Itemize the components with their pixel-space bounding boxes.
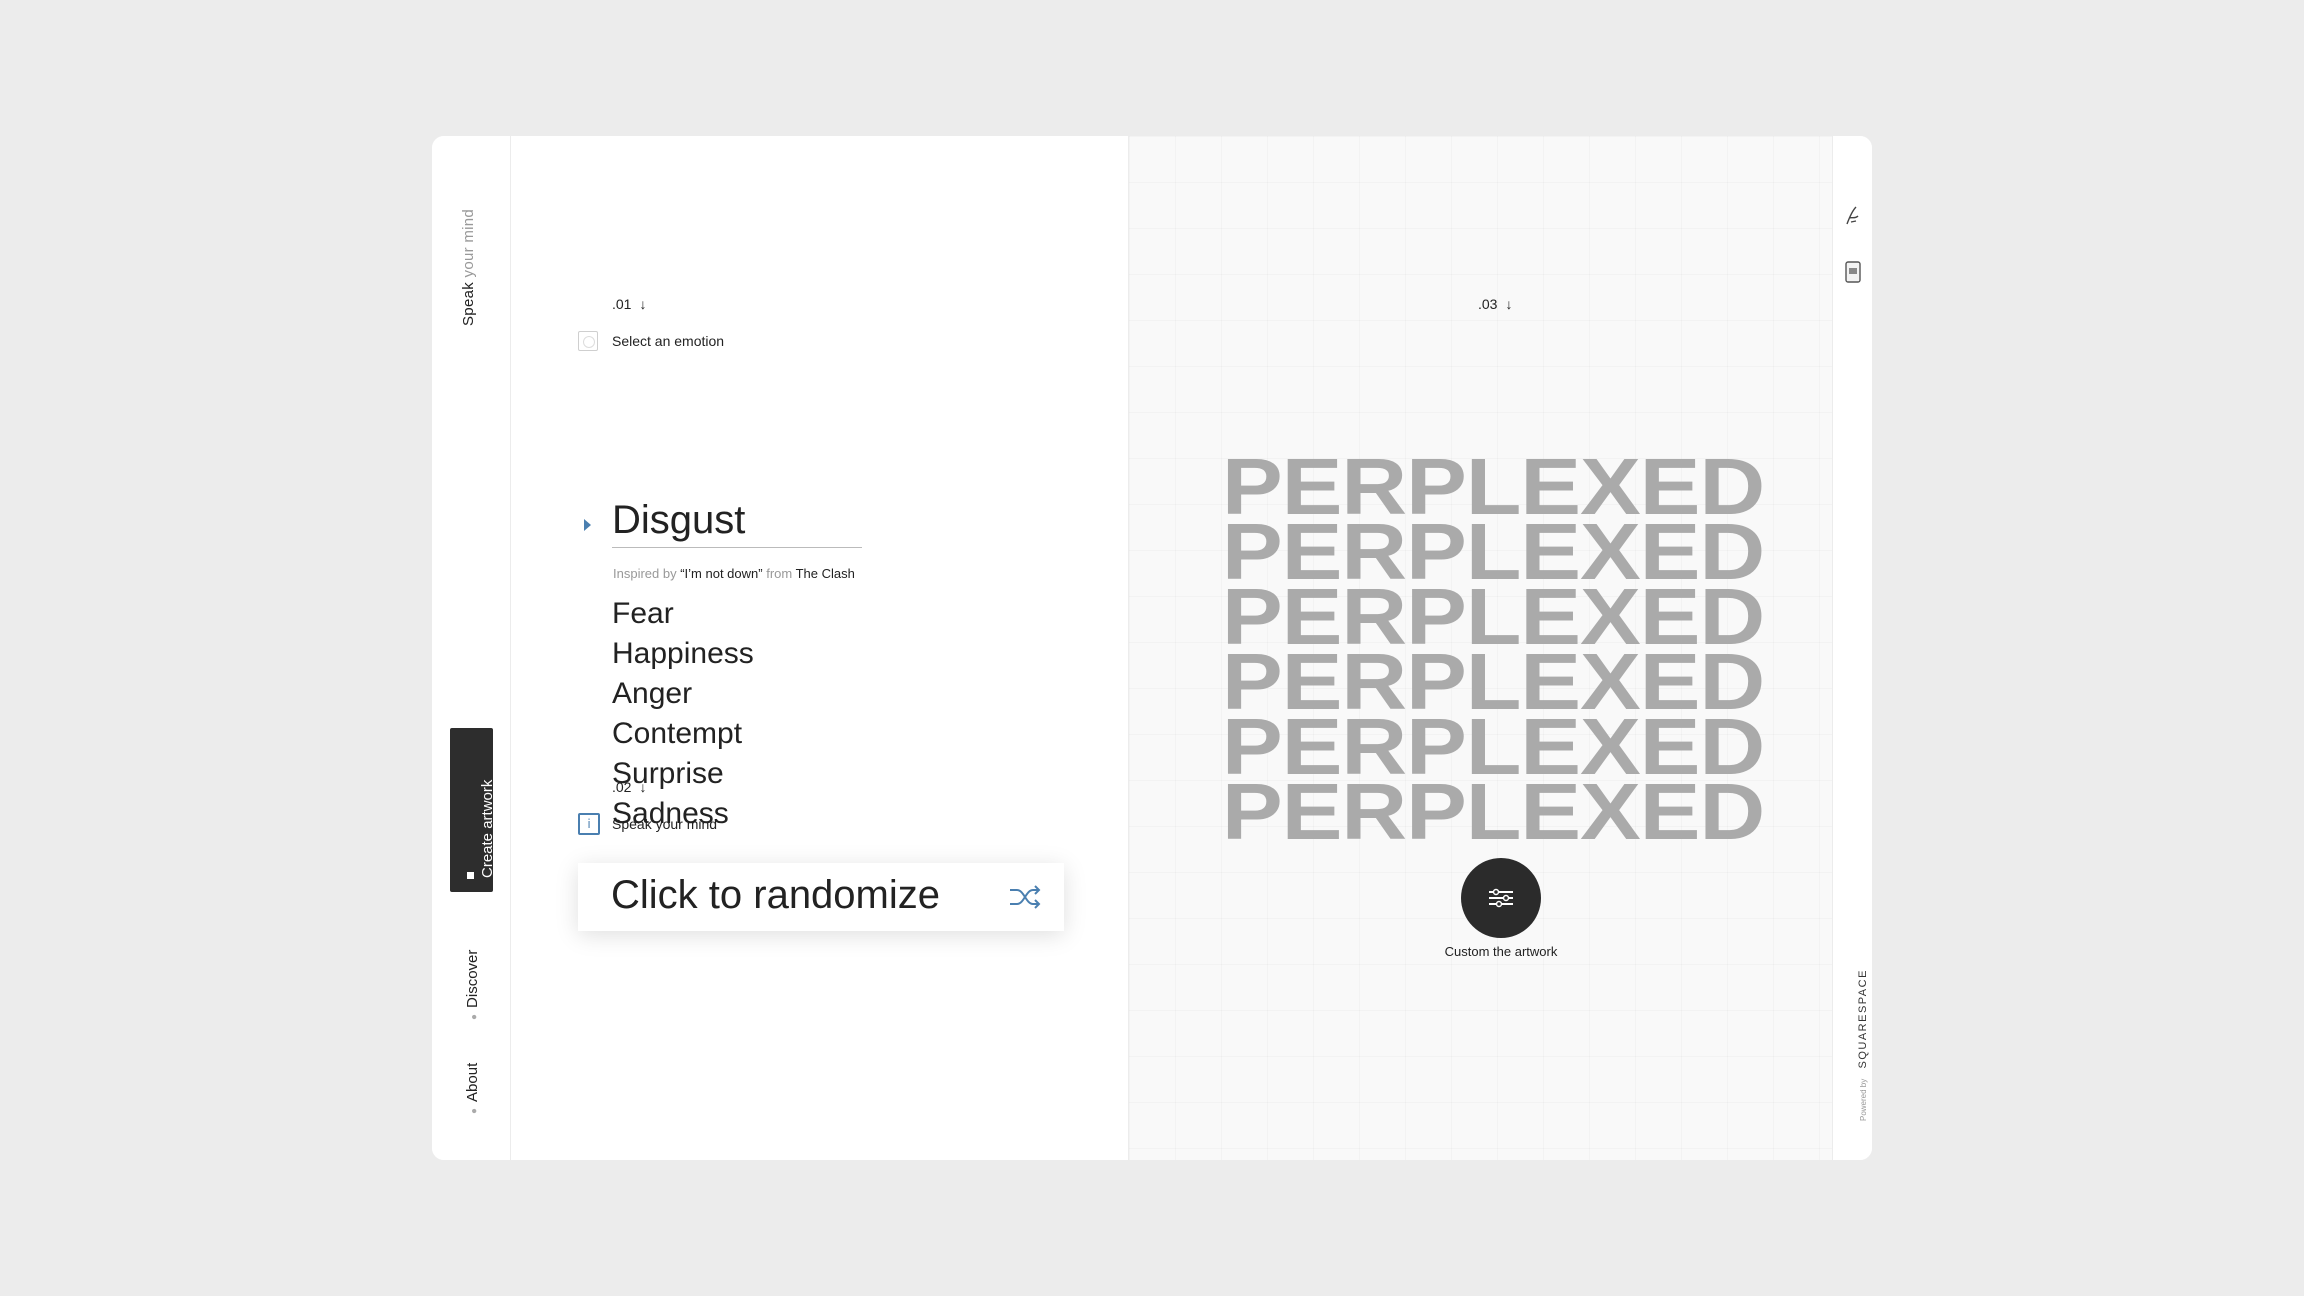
bullet-icon: ●	[469, 1013, 480, 1020]
nav-discover[interactable]: ● Discover	[464, 950, 481, 1020]
create-artwork-button[interactable]: Create artwork	[450, 728, 496, 892]
arrow-down-icon: ↓	[639, 296, 647, 312]
app-frame: Speak your mind Create artwork ● Discover…	[432, 136, 1872, 1160]
step-number: .02	[612, 779, 632, 795]
powered-by[interactable]: Powered by SQUARESPACE	[1857, 969, 1869, 1121]
emotion-checkbox[interactable]	[578, 331, 598, 351]
inspired-caption: Inspired by “I’m not down” from The Clas…	[613, 566, 855, 581]
step-03-indicator: .03 ↓	[1478, 296, 1512, 312]
step-number: .01	[612, 296, 632, 312]
step-02-indicator: .02 ↓	[612, 779, 646, 795]
create-artwork-label: Create artwork	[479, 779, 496, 878]
sliders-icon	[1489, 888, 1513, 908]
bullet-icon: ●	[469, 1107, 480, 1114]
from-word: from	[766, 566, 793, 581]
emotion-option[interactable]: Contempt	[612, 714, 754, 754]
custom-artwork-label: Custom the artwork	[1444, 944, 1558, 959]
randomize-label: Click to randomize	[611, 873, 941, 917]
app-title-bold: Speak	[460, 281, 477, 326]
arrow-down-icon: ↓	[1505, 296, 1513, 312]
squarespace-logo: SQUARESPACE	[1857, 969, 1869, 1069]
emotion-option[interactable]: Fear	[612, 594, 754, 634]
speak-your-mind-label: Speak your mind	[612, 816, 718, 832]
randomize-button[interactable]: Click to randomize	[578, 863, 1064, 931]
nav-about-label: About	[464, 1062, 481, 1102]
emotion-panel: .01 ↓ Select an emotion Disgust Inspired …	[511, 136, 1129, 1160]
inspired-prefix: Inspired by	[613, 566, 677, 581]
selected-emotion[interactable]: Disgust	[612, 498, 862, 548]
signature-logo-icon[interactable]	[1844, 204, 1862, 228]
step-01-indicator: .01 ↓	[612, 296, 646, 312]
emotion-option[interactable]: Anger	[612, 674, 754, 714]
nav-about[interactable]: ● About	[464, 1063, 481, 1114]
step-number: .03	[1478, 296, 1498, 312]
custom-artwork-button[interactable]	[1461, 858, 1541, 938]
app-title-light: your mind	[460, 208, 477, 278]
select-emotion-label: Select an emotion	[612, 333, 725, 349]
app-title: Speak your mind	[460, 209, 477, 326]
square-icon	[467, 872, 474, 879]
info-icon[interactable]: i	[578, 813, 600, 835]
artwork-panel: .03 ↓ PERPLEXED PERPLEXED PERPLEXED PERPL…	[1129, 136, 1832, 1160]
shuffle-icon	[1010, 885, 1041, 909]
powered-by-label: Powered by	[1859, 1078, 1868, 1121]
nav-discover-label: Discover	[464, 949, 481, 1008]
selected-marker-icon	[584, 519, 591, 531]
artwork-preview: PERPLEXED PERPLEXED PERPLEXED PERPLEXED …	[1222, 447, 1765, 852]
card-icon[interactable]	[1844, 260, 1862, 284]
left-rail: Speak your mind Create artwork ● Discover…	[432, 136, 511, 1160]
arrow-down-icon: ↓	[639, 779, 647, 795]
song-title: “I’m not down”	[680, 566, 763, 581]
artwork-word: PERPLEXED	[1221, 767, 1765, 856]
artist-name: The Clash	[795, 566, 855, 581]
right-rail: Powered by SQUARESPACE	[1832, 136, 1872, 1160]
emotion-list: Fear Happiness Anger Contempt Surprise S…	[612, 594, 754, 834]
circle-icon	[583, 336, 595, 348]
emotion-option[interactable]: Happiness	[612, 634, 754, 674]
